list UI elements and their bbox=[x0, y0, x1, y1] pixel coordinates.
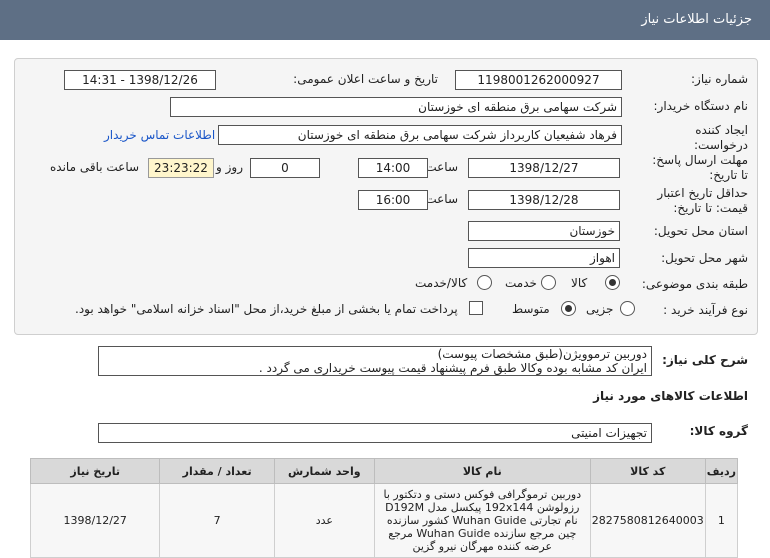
treasury-payment-checkbox[interactable] bbox=[469, 301, 483, 315]
province-label: استان محل تحویل: bbox=[653, 224, 748, 238]
days-remaining-field: 0 bbox=[250, 158, 320, 178]
remaining-label: ساعت باقی مانده bbox=[50, 160, 140, 174]
category-radio-goods-service[interactable] bbox=[477, 275, 492, 290]
goods-group-label: گروه کالا: bbox=[689, 424, 748, 438]
goods-info-title: اطلاعات کالاهای مورد نیاز bbox=[593, 389, 748, 403]
buyer-contact-link[interactable]: اطلاعات تماس خریدار bbox=[104, 128, 215, 142]
description-line-2: ایران کد مشابه بوده وکالا طبق فرم پیشنها… bbox=[258, 361, 647, 375]
creator-field: فرهاد شفیعیان کاربرداز شرکت سهامی برق من… bbox=[218, 125, 622, 145]
category-radio-service[interactable] bbox=[541, 275, 556, 290]
price-validity-label-2: قیمت: تا تاریخ: bbox=[673, 201, 748, 215]
process-option-medium: متوسط bbox=[512, 302, 550, 316]
process-radio-minor[interactable] bbox=[620, 301, 635, 316]
cell-unit: عدد bbox=[273, 483, 375, 558]
payment-note: پرداخت تمام یا بخشی از مبلغ خرید،از محل … bbox=[75, 302, 458, 316]
cell-need-date: 1398/12/27 bbox=[29, 483, 161, 558]
price-time-label: ساعت bbox=[425, 192, 458, 206]
process-label: نوع فرآیند خرید : bbox=[663, 303, 748, 317]
description-line-1: دوربین ترموویژن(طبق مشخصات پیوست) bbox=[437, 347, 647, 361]
price-time-field: 16:00 bbox=[358, 190, 428, 210]
cell-goods-name: دوربین ترموگرافی فوکس دستی و دتکتور با ر… bbox=[373, 483, 591, 558]
need-number-label: شماره نیاز: bbox=[691, 72, 748, 86]
header-need-date: تاریخ نیاز bbox=[29, 458, 161, 484]
creator-label-2: درخواست: bbox=[694, 138, 748, 152]
category-option-goods: کالا bbox=[571, 276, 588, 290]
price-date-field: 1398/12/28 bbox=[468, 190, 620, 210]
city-label: شهر محل تحویل: bbox=[661, 251, 748, 265]
header-quantity: تعداد / مقدار bbox=[159, 458, 275, 484]
cell-row-number: 1 bbox=[704, 483, 739, 558]
process-option-minor: جزیی bbox=[586, 302, 614, 316]
creator-label: ایجاد کننده bbox=[695, 123, 748, 137]
reply-time-label: ساعت bbox=[425, 160, 458, 174]
remaining-time-field: 23:23:22 bbox=[148, 158, 214, 178]
goods-table: ردیف کد کالا نام کالا واحد شمارش تعداد /… bbox=[29, 458, 739, 558]
buyer-org-field: شرکت سهامی برق منطقه ای خوزستان bbox=[170, 97, 622, 117]
process-radio-medium[interactable] bbox=[561, 301, 576, 316]
cell-goods-code: 2827580812640003 bbox=[589, 483, 706, 558]
announce-label: تاریخ و ساعت اعلان عمومی: bbox=[293, 72, 438, 86]
page-header: جزئیات اطلاعات نیاز bbox=[0, 0, 770, 40]
header-goods-code: کد کالا bbox=[589, 458, 706, 484]
header-row-number: ردیف bbox=[704, 458, 739, 484]
reply-date-field: 1398/12/27 bbox=[468, 158, 620, 178]
goods-table-header: ردیف کد کالا نام کالا واحد شمارش تعداد /… bbox=[29, 458, 739, 484]
need-number-field: 1198001262000927 bbox=[455, 70, 622, 90]
city-field: اهواز bbox=[468, 248, 620, 268]
header-unit: واحد شمارش bbox=[273, 458, 375, 484]
buyer-org-label: نام دستگاه خریدار: bbox=[653, 99, 749, 113]
price-validity-label: حداقل تاریخ اعتبار bbox=[657, 186, 748, 200]
description-box: دوربین ترموویژن(طبق مشخصات پیوست) ایران … bbox=[98, 346, 652, 376]
header-goods-name: نام کالا bbox=[373, 458, 591, 484]
days-label: روز و bbox=[216, 160, 243, 174]
category-label: طبقه بندی موضوعی: bbox=[641, 277, 748, 291]
reply-time-field: 14:00 bbox=[358, 158, 428, 178]
cell-quantity: 7 bbox=[159, 483, 275, 558]
reply-deadline-label: مهلت ارسال پاسخ: bbox=[652, 153, 748, 167]
page-title: جزئیات اطلاعات نیاز bbox=[641, 12, 752, 27]
reply-deadline-label-2: تا تاریخ: bbox=[709, 168, 748, 182]
category-option-goods-service: کالا/خدمت bbox=[415, 276, 468, 290]
goods-group-field: تجهیزات امنیتی bbox=[98, 423, 652, 443]
announce-datetime-field: 1398/12/26 - 14:31 bbox=[64, 70, 216, 90]
category-radio-goods[interactable] bbox=[605, 275, 620, 290]
province-field: خوزستان bbox=[468, 221, 620, 241]
table-row: 1 2827580812640003 دوربین ترموگرافی فوکس… bbox=[29, 483, 739, 558]
description-label: شرح کلی نیاز: bbox=[662, 353, 748, 367]
category-option-service: خدمت bbox=[505, 276, 537, 290]
